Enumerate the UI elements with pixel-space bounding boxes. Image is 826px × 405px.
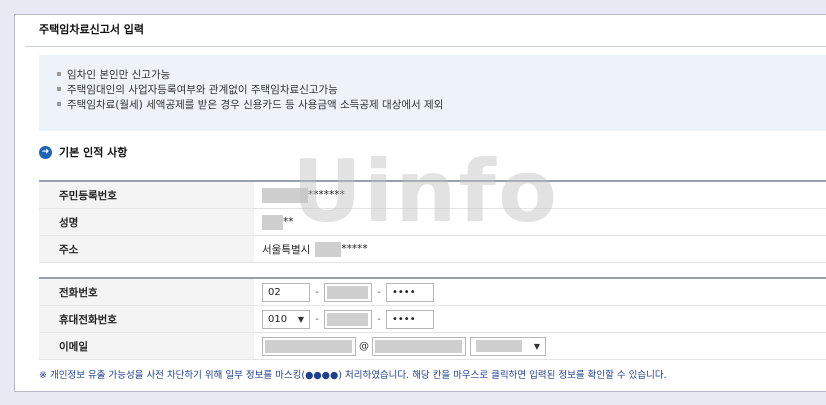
email-value: @ ▼ (254, 332, 826, 360)
phone-middle-input[interactable] (324, 282, 372, 302)
phone-label: 전화번호 (39, 278, 254, 306)
arrow-right-circle-icon: ➜ (39, 145, 52, 159)
bullet-icon (57, 102, 61, 106)
notice-item: 임차인 본인만 신고가능 (57, 68, 826, 83)
table-row: 주소 서울특별시 ***** (39, 235, 826, 263)
table-row: 이메일 @ ▼ (39, 332, 826, 360)
section-title: 기본 인적 사항 (59, 146, 128, 159)
notice-box: 임차인 본인만 신고가능 주택임대인의 사업자등록여부와 관계없이 주택임차료신… (39, 55, 826, 131)
dash-separator: - (315, 286, 319, 298)
notice-item: 주택임대인의 사업자등록여부와 관계없이 주택임차료신고가능 (57, 83, 826, 98)
notice-item: 주택임차료(월세) 세액공제를 받은 경우 신용카드 등 사용금액 소득공제 대… (57, 98, 826, 113)
page-title: 주택임차료신고서 입력 (39, 23, 145, 36)
contact-info-table: 전화번호 02 - - •••• 휴대전화번호 010 ▼ - - •••• 이… (39, 277, 826, 360)
email-domain-input[interactable] (372, 336, 466, 356)
bullet-icon (57, 87, 61, 91)
section-header-basic-info: ➜ 기본 인적 사항 (39, 144, 127, 160)
phone-last-input[interactable]: •••• (386, 282, 434, 302)
mobile-label: 휴대전화번호 (39, 305, 254, 333)
address-label: 주소 (39, 235, 254, 263)
dash-separator: - (315, 313, 319, 325)
at-sign: @ (359, 340, 369, 352)
masked-block (262, 214, 283, 230)
chevron-down-icon: ▼ (533, 341, 540, 351)
masked-block (476, 340, 522, 352)
dash-separator: - (377, 286, 381, 298)
mobile-last-input[interactable]: •••• (386, 309, 434, 329)
masked-block (327, 312, 368, 326)
mobile-middle-input[interactable] (324, 309, 372, 329)
email-id-input[interactable] (262, 336, 356, 356)
phone-value: 02 - - •••• (254, 278, 826, 306)
rrn-value[interactable]: ******* (254, 181, 826, 209)
email-domain-select[interactable]: ▼ (470, 336, 546, 356)
basic-info-table: 주민등록번호 ******* 성명 ** 주소 서울특별시 ***** (39, 180, 826, 263)
chevron-down-icon: ▼ (297, 314, 304, 324)
name-label: 성명 (39, 208, 254, 236)
masked-block (265, 339, 352, 353)
table-row: 성명 ** (39, 208, 826, 236)
masked-block (262, 187, 308, 203)
table-row: 주민등록번호 ******* (39, 181, 826, 209)
bullet-icon (57, 72, 61, 76)
name-value[interactable]: ** (254, 208, 826, 236)
mobile-value: 010 ▼ - - •••• (254, 305, 826, 333)
title-divider (25, 46, 826, 47)
address-value[interactable]: 서울특별시 ***** (254, 235, 826, 263)
masked-block (375, 339, 462, 353)
dash-separator: - (377, 313, 381, 325)
masking-footnote: ※ 개인정보 유출 가능성을 사전 차단하기 위해 일부 정보를 마스킹(●●●… (39, 370, 667, 381)
rrn-label: 주민등록번호 (39, 181, 254, 209)
masked-block (315, 241, 342, 257)
masked-block (327, 285, 368, 299)
mobile-prefix-select[interactable]: 010 ▼ (262, 309, 310, 329)
table-row: 전화번호 02 - - •••• (39, 278, 826, 306)
form-panel: 주택임차료신고서 입력 임차인 본인만 신고가능 주택임대인의 사업자등록여부와… (14, 14, 826, 392)
phone-area-input[interactable]: 02 (262, 282, 310, 302)
email-label: 이메일 (39, 332, 254, 360)
table-row: 휴대전화번호 010 ▼ - - •••• (39, 305, 826, 333)
